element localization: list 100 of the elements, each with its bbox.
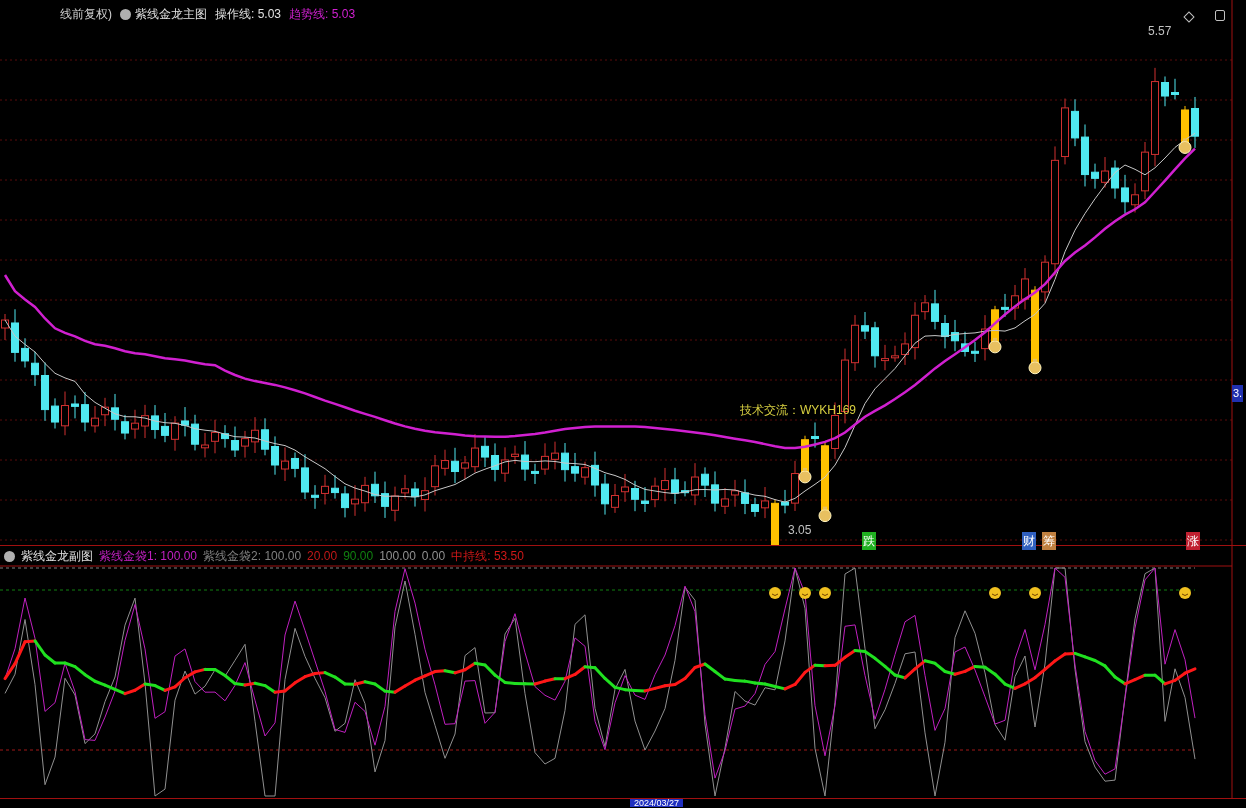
candlestick — [1191, 96, 1199, 149]
candlestick — [391, 486, 399, 522]
candlestick — [811, 422, 819, 449]
candlestick — [351, 484, 359, 517]
candlestick — [321, 474, 329, 505]
candlestick — [151, 404, 159, 440]
candlestick — [561, 442, 569, 483]
candlestick — [1131, 182, 1139, 213]
candlestick — [1101, 156, 1109, 189]
candlestick — [1041, 254, 1049, 303]
candlestick — [41, 361, 49, 422]
candlestick — [891, 345, 899, 363]
candlestick — [731, 479, 739, 508]
candlestick — [291, 451, 299, 478]
money-bag-icon — [1028, 358, 1042, 375]
candlestick — [331, 474, 339, 500]
candlestick — [691, 462, 699, 506]
candlestick — [401, 474, 409, 500]
candlestick — [201, 432, 209, 458]
candlestick — [441, 449, 449, 477]
candlestick — [1081, 124, 1089, 187]
candlestick — [21, 337, 29, 368]
candlestick — [1091, 163, 1099, 190]
candlestick — [671, 467, 679, 505]
indicator-name: 紫线金龙主图 — [135, 6, 207, 23]
candlestick — [861, 311, 869, 340]
candlestick — [501, 446, 509, 483]
candlestick — [1161, 75, 1169, 107]
candlestick — [371, 471, 379, 504]
candlestick — [521, 440, 529, 482]
candlestick — [141, 404, 149, 439]
candlestick — [621, 473, 629, 503]
candlestick — [661, 467, 669, 502]
candlestick — [971, 341, 979, 363]
candlestick — [221, 424, 229, 449]
candlestick — [1001, 293, 1009, 318]
candlestick — [511, 445, 519, 465]
candlestick — [931, 289, 939, 330]
candlestick — [701, 466, 709, 498]
candlestick — [411, 481, 419, 508]
candlestick — [961, 331, 969, 358]
candlestick — [591, 451, 599, 498]
candlestick — [601, 473, 609, 516]
candlestick — [271, 435, 279, 476]
annotation-text: 技术交流：WYKH169 — [740, 402, 857, 419]
candlestick — [751, 497, 759, 518]
money-bag-icon — [818, 506, 832, 523]
candlestick — [781, 489, 789, 514]
candlestick — [181, 406, 189, 437]
candlestick — [311, 484, 319, 510]
candlestick — [361, 476, 369, 513]
candlestick — [921, 294, 929, 321]
candlestick — [711, 470, 719, 512]
candlestick — [1021, 267, 1029, 311]
money-bag-icon — [988, 337, 1002, 354]
candlestick — [381, 481, 389, 519]
candlestick — [761, 486, 769, 519]
signal-marker: 涨 — [1186, 532, 1200, 550]
candlestick — [551, 441, 559, 470]
candlestick — [251, 416, 259, 454]
candlestick — [851, 314, 859, 372]
candlestick — [1061, 98, 1069, 165]
indicator-value: 20.00 — [307, 548, 338, 565]
candlestick — [881, 344, 889, 371]
candlestick — [541, 442, 549, 476]
price-tag: 3. — [1232, 385, 1244, 402]
candlestick — [571, 452, 579, 483]
candlestick — [771, 498, 779, 545]
candlestick — [901, 331, 909, 366]
candlestick — [531, 463, 539, 485]
candlestick — [171, 415, 179, 452]
candlestick — [741, 478, 749, 515]
indicator-value: 90.00 — [343, 548, 374, 565]
smiley-icon — [769, 587, 781, 599]
candlestick — [431, 454, 439, 496]
candlestick — [1071, 98, 1079, 147]
candlestick — [281, 446, 289, 482]
date-label: 2024/03/27 — [630, 799, 684, 807]
panel-icon — [1215, 10, 1225, 21]
candlestick — [161, 412, 169, 443]
indicator-value: 100.00 — [379, 548, 416, 565]
smiley-icon — [799, 587, 811, 599]
signal-marker: 跌 — [862, 532, 876, 550]
candlestick — [491, 442, 499, 482]
candlestick — [871, 321, 879, 369]
candlestick — [641, 486, 649, 513]
candlestick — [81, 391, 89, 432]
candlestick — [71, 394, 79, 419]
candlestick — [261, 417, 269, 456]
candlestick — [1111, 159, 1119, 200]
candlestick — [301, 453, 309, 500]
candlestick — [631, 480, 639, 512]
candlestick — [951, 319, 959, 352]
price-label: 3.05 — [788, 522, 812, 539]
candlestick — [61, 391, 69, 436]
indicator-value: 操作线: 5.03 — [215, 6, 282, 23]
candlestick — [461, 455, 469, 480]
candlestick — [981, 314, 989, 361]
candlestick — [581, 461, 589, 486]
candlestick — [111, 393, 119, 431]
